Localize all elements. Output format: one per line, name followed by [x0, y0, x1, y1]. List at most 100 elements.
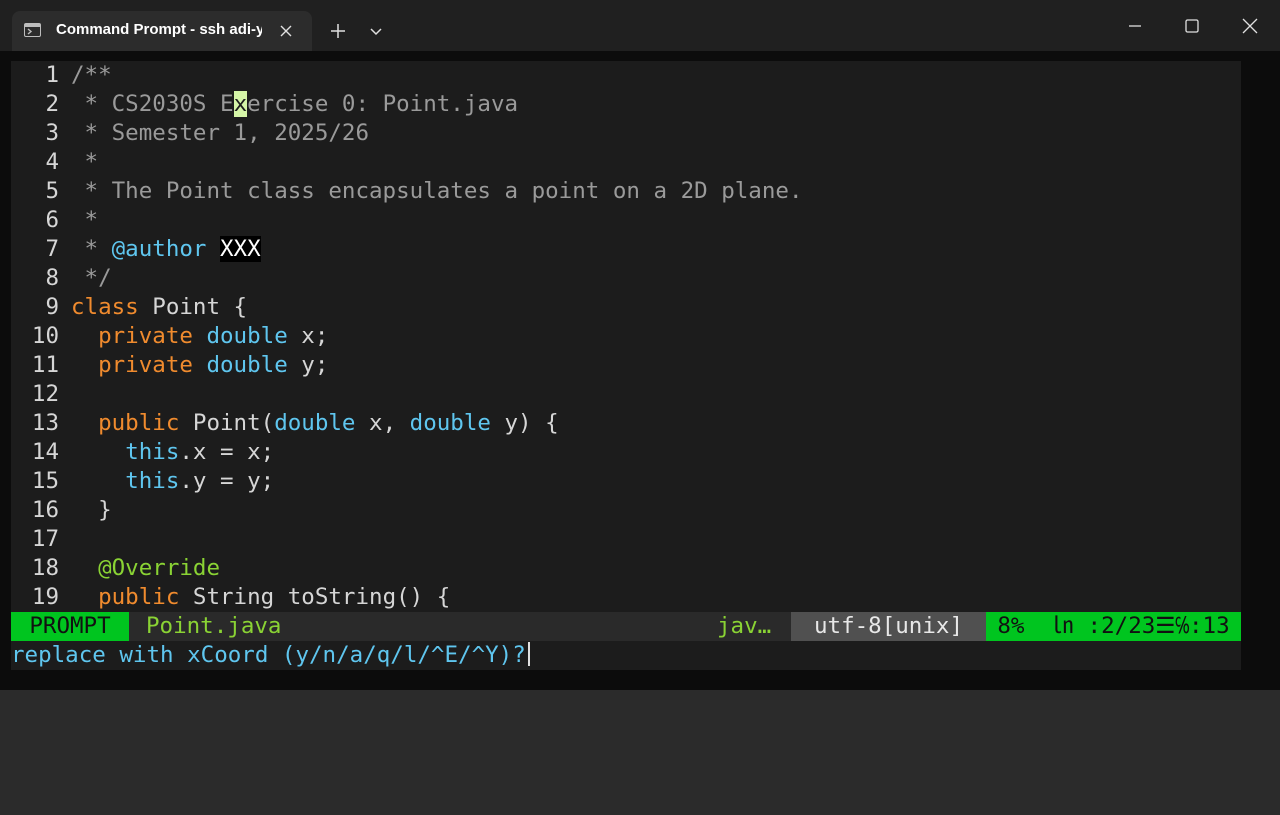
code-token: */: [71, 265, 112, 291]
code-line[interactable]: 6 *: [11, 206, 1241, 235]
line-code: @Override: [71, 554, 220, 583]
code-line[interactable]: 1 /**: [11, 61, 1241, 90]
code-line[interactable]: 2 * CS2030S Exercise 0: Point.java: [11, 90, 1241, 119]
code-token: }: [71, 497, 112, 523]
editor-cursor: x: [233, 91, 248, 117]
code-line[interactable]: 19 public String toString() {: [11, 583, 1241, 612]
code-token: .x = x;: [179, 439, 275, 465]
status-filetype: jav…: [717, 613, 772, 639]
maximize-icon[interactable]: [1181, 15, 1203, 37]
code-token: /**: [71, 62, 112, 88]
line-code: * @author XXX: [71, 235, 261, 264]
vim-editor[interactable]: 1 /** 2 * CS2030S Exercise 0: Point.java 3 …: [11, 61, 1241, 612]
code-token: x,: [355, 410, 410, 436]
code-token: double: [206, 323, 288, 349]
line-number: 6: [45, 207, 59, 233]
line-code: */: [71, 264, 112, 293]
plus-icon[interactable]: [324, 18, 352, 46]
line-number: 1: [45, 62, 59, 88]
line-code: class Point {: [71, 293, 247, 322]
code-line[interactable]: 5 * The Point class encapsulates a point…: [11, 177, 1241, 206]
code-line[interactable]: 16 }: [11, 496, 1241, 525]
line-number: 18: [31, 555, 59, 581]
line-number: 7: [45, 236, 59, 262]
window-close-icon[interactable]: [1239, 15, 1261, 37]
terminal-icon: [24, 23, 41, 37]
code-line[interactable]: 3 * Semester 1, 2025/26: [11, 119, 1241, 148]
code-token: private: [98, 352, 193, 378]
code-token: * CS2030S E: [71, 91, 234, 117]
line-number: 8: [45, 265, 59, 291]
code-token: *: [71, 207, 99, 233]
line-code: *: [71, 206, 99, 235]
code-line[interactable]: 15 this.y = y;: [11, 467, 1241, 496]
status-filename: Point.java: [146, 613, 282, 639]
code-token: double: [274, 410, 356, 436]
line-code: * Semester 1, 2025/26: [71, 119, 369, 148]
line-code: public String toString() {: [71, 583, 450, 612]
line-number: 16: [31, 497, 59, 523]
code-token: double: [409, 410, 491, 436]
code-line[interactable]: 18 @Override: [11, 554, 1241, 583]
code-line[interactable]: 11 private double y;: [11, 351, 1241, 380]
line-code: * CS2030S Exercise 0: Point.java: [71, 90, 518, 119]
code-line[interactable]: 9 class Point {: [11, 293, 1241, 322]
code-token: private: [98, 323, 193, 349]
close-icon[interactable]: [278, 23, 294, 39]
code-token: .y = y;: [179, 468, 275, 494]
line-code: this.x = x;: [71, 438, 274, 467]
code-token: class: [71, 294, 139, 320]
code-token: this: [125, 468, 180, 494]
line-number: 15: [31, 468, 59, 494]
code-line[interactable]: 4 *: [11, 148, 1241, 177]
code-token: *: [71, 236, 112, 262]
code-token: public: [98, 584, 180, 610]
status-line: PROMPT Point.java jav… utf-8[unix] 8% ㏑ …: [11, 612, 1241, 641]
code-token: XXX: [220, 236, 261, 262]
status-encoding: utf-8[unix]: [791, 612, 986, 641]
replace-prompt: replace with xCoord (y/n/a/q/l/^E/^Y)?: [11, 642, 526, 668]
line-number: 10: [31, 323, 59, 349]
code-line[interactable]: 8 */: [11, 264, 1241, 293]
line-code: public Point(double x, double y) {: [71, 409, 559, 438]
line-code: private double x;: [71, 322, 328, 351]
code-line[interactable]: 14 this.x = x;: [11, 438, 1241, 467]
minimize-icon[interactable]: [1124, 15, 1146, 37]
line-code: * The Point class encapsulates a point o…: [71, 177, 803, 206]
tab-command-prompt[interactable]: Command Prompt - ssh adi-y: [12, 11, 312, 51]
line-number: 19: [31, 584, 59, 610]
code-token: double: [206, 352, 288, 378]
code-token: @Override: [98, 555, 221, 581]
code-line[interactable]: 7 * @author XXX: [11, 235, 1241, 264]
code-token: * Semester 1, 2025/26: [71, 120, 370, 146]
status-position: 8% ㏑ :2/23☰℅:13: [986, 612, 1241, 641]
line-code: this.y = y;: [71, 467, 274, 496]
title-bar: Command Prompt - ssh adi-y: [0, 0, 1280, 51]
command-line[interactable]: replace with xCoord (y/n/a/q/l/^E/^Y)?: [11, 641, 1241, 670]
code-line[interactable]: 17: [11, 525, 1241, 554]
code-token: this: [125, 439, 180, 465]
code-token: Point(: [179, 410, 275, 436]
line-number: 17: [31, 526, 59, 552]
line-code: private double y;: [71, 351, 328, 380]
code-line[interactable]: 10 private double x;: [11, 322, 1241, 351]
mode-indicator: PROMPT: [11, 612, 129, 641]
code-line[interactable]: 13 public Point(double x, double y) {: [11, 409, 1241, 438]
line-code: /**: [71, 61, 112, 90]
code-token: public: [98, 410, 180, 436]
tab-title: Command Prompt - ssh adi-y: [56, 21, 262, 38]
chevron-down-icon[interactable]: [364, 22, 388, 42]
code-line[interactable]: 12: [11, 380, 1241, 409]
terminal-area[interactable]: 1 /** 2 * CS2030S Exercise 0: Point.java 3 …: [0, 51, 1280, 690]
code-token: * The Point class encapsulates a point o…: [71, 178, 803, 204]
code-token: y;: [287, 352, 329, 378]
code-token: y) {: [490, 410, 559, 436]
